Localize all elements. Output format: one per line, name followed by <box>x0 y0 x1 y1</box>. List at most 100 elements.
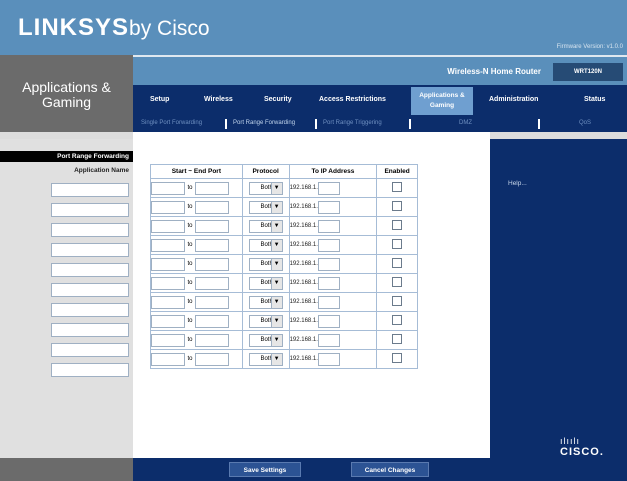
end-port-input[interactable] <box>195 276 229 290</box>
end-port-input[interactable] <box>195 181 229 195</box>
start-port-input[interactable] <box>151 238 185 252</box>
end-port-input[interactable] <box>195 238 229 252</box>
port-range-cell: to <box>150 235 243 255</box>
start-port-input[interactable] <box>151 295 185 309</box>
enabled-checkbox[interactable] <box>392 315 403 325</box>
subtab-single-port-forwarding[interactable]: Single Port Forwarding <box>141 120 202 126</box>
ip-last-octet-input[interactable] <box>317 238 340 252</box>
end-port-input[interactable] <box>195 219 229 233</box>
application-name-input[interactable] <box>51 223 129 237</box>
protocol-select[interactable]: Both ▼ <box>248 295 283 309</box>
enabled-cell <box>376 178 418 198</box>
ip-last-octet-input[interactable] <box>317 257 340 271</box>
tab-administration[interactable]: Administration <box>489 96 538 103</box>
enabled-checkbox[interactable] <box>392 182 403 192</box>
end-port-input[interactable] <box>195 200 229 214</box>
help-panel: Help... ılıılı CISCO. <box>490 139 627 458</box>
start-port-input[interactable] <box>151 314 185 328</box>
ip-last-octet-input[interactable] <box>317 276 340 290</box>
protocol-select[interactable]: Both ▼ <box>248 257 283 271</box>
protocol-cell: Both ▼ <box>241 292 290 312</box>
cancel-changes-button[interactable]: Cancel Changes <box>351 462 429 477</box>
to-label: to <box>187 299 193 305</box>
start-port-input[interactable] <box>151 181 185 195</box>
ip-last-octet-input[interactable] <box>317 352 340 366</box>
save-settings-button[interactable]: Save Settings <box>229 462 301 477</box>
tab-setup[interactable]: Setup <box>150 96 169 103</box>
start-port-input[interactable] <box>151 276 185 290</box>
protocol-select[interactable]: Both ▼ <box>248 219 283 233</box>
tab-security[interactable]: Security <box>264 96 292 103</box>
router-bar: Wireless-N Home Router WRT120N <box>133 55 627 85</box>
port-range-cell: to <box>150 197 243 217</box>
end-port-input[interactable] <box>195 352 229 366</box>
enabled-checkbox[interactable] <box>392 296 403 306</box>
header-protocol: Protocol <box>241 164 290 179</box>
tab-status[interactable]: Status <box>584 96 605 103</box>
ip-last-octet-input[interactable] <box>317 219 340 233</box>
tab-applications-gaming[interactable]: Applications & Gaming <box>411 87 473 115</box>
enabled-checkbox[interactable] <box>392 239 403 249</box>
ip-last-octet-input[interactable] <box>317 200 340 214</box>
protocol-select[interactable]: Both ▼ <box>248 333 283 347</box>
sub-nav-divider <box>538 119 540 129</box>
chevron-down-icon: ▼ <box>270 353 282 365</box>
subtab-qos[interactable]: QoS <box>579 120 591 126</box>
enabled-checkbox[interactable] <box>392 258 403 268</box>
application-name-input[interactable] <box>51 283 129 297</box>
enabled-checkbox[interactable] <box>392 277 403 287</box>
protocol-cell: Both ▼ <box>241 254 290 274</box>
protocol-select[interactable]: Both ▼ <box>248 181 283 195</box>
application-name-input[interactable] <box>51 343 129 357</box>
ip-last-octet-input[interactable] <box>317 295 340 309</box>
to-label: to <box>187 356 193 362</box>
ip-cell: 192.168.1. <box>288 330 378 350</box>
enabled-checkbox[interactable] <box>392 220 403 230</box>
application-name-label: Application Name <box>74 167 129 174</box>
start-port-input[interactable] <box>151 219 185 233</box>
table-row: to Both ▼ 192.168.1. <box>150 330 418 350</box>
application-name-input[interactable] <box>51 323 129 337</box>
footer-left <box>0 458 133 481</box>
sub-nav-divider <box>315 119 317 129</box>
end-port-input[interactable] <box>195 333 229 347</box>
end-port-input[interactable] <box>195 257 229 271</box>
protocol-cell: Both ▼ <box>241 216 290 236</box>
ip-last-octet-input[interactable] <box>317 333 340 347</box>
subtab-dmz[interactable]: DMZ <box>459 120 472 126</box>
ip-cell: 192.168.1. <box>288 349 378 369</box>
chevron-down-icon: ▼ <box>270 277 282 289</box>
start-port-input[interactable] <box>151 200 185 214</box>
tab-wireless[interactable]: Wireless <box>204 96 233 103</box>
enabled-checkbox[interactable] <box>392 353 403 363</box>
application-name-input[interactable] <box>51 363 129 377</box>
protocol-select[interactable]: Both ▼ <box>248 314 283 328</box>
header-start-end-port: Start ~ End Port <box>150 164 243 179</box>
end-port-input[interactable] <box>195 295 229 309</box>
help-link[interactable]: Help... <box>508 180 527 187</box>
protocol-select[interactable]: Both ▼ <box>248 352 283 366</box>
start-port-input[interactable] <box>151 352 185 366</box>
application-name-input[interactable] <box>51 263 129 277</box>
port-range-table: Start ~ End Port Protocol To IP Address … <box>150 164 418 369</box>
enabled-checkbox[interactable] <box>392 334 403 344</box>
subtab-port-range-triggering[interactable]: Port Range Triggering <box>323 120 382 126</box>
start-port-input[interactable] <box>151 333 185 347</box>
protocol-select[interactable]: Both ▼ <box>248 200 283 214</box>
ip-cell: 192.168.1. <box>288 311 378 331</box>
application-name-input[interactable] <box>51 203 129 217</box>
subtab-port-range-forwarding[interactable]: Port Range Forwarding <box>233 120 295 126</box>
application-name-input[interactable] <box>51 183 129 197</box>
ip-prefix: 192.168.1. <box>289 185 318 191</box>
ip-last-octet-input[interactable] <box>317 181 340 195</box>
end-port-input[interactable] <box>195 314 229 328</box>
protocol-select[interactable]: Both ▼ <box>248 276 283 290</box>
application-name-input[interactable] <box>51 303 129 317</box>
ip-last-octet-input[interactable] <box>317 314 340 328</box>
tab-access-restrictions[interactable]: Access Restrictions <box>319 96 386 103</box>
application-name-input[interactable] <box>51 243 129 257</box>
ip-cell: 192.168.1. <box>288 273 378 293</box>
start-port-input[interactable] <box>151 257 185 271</box>
protocol-select[interactable]: Both ▼ <box>248 238 283 252</box>
enabled-checkbox[interactable] <box>392 201 403 211</box>
